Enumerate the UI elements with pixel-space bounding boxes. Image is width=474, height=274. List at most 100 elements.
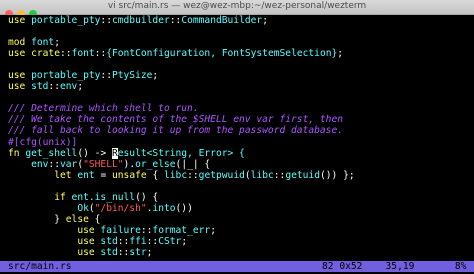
code-token: PtySize (111, 70, 153, 82)
code-line: let ent = unsafe { libc::getpwuid(libc::… (8, 170, 474, 181)
code-token: {FontConfiguration, FontSystemSelection} (106, 48, 338, 60)
code-token: ent. (71, 191, 95, 203)
code-token: /// fall back to looking it up from the … (8, 125, 344, 137)
code-token: std (100, 246, 118, 258)
code-token: is_null (94, 191, 136, 203)
code-line: if ent.is_null() { (8, 192, 474, 203)
status-file-name: src/main.rs (8, 261, 72, 272)
code-token: use (77, 224, 101, 236)
code-token: getpwuid (198, 169, 245, 181)
code-token: font (31, 37, 55, 49)
code-token: or_else (135, 158, 176, 170)
code-token: portable_pty (31, 70, 101, 82)
code-line: mod font; (8, 37, 474, 48)
code-token: ; (262, 15, 268, 26)
code-line: use std::env; (8, 81, 474, 92)
code-token: ()) (175, 202, 193, 214)
code-line: use std::str; (8, 247, 474, 258)
window-title: vi src/main.rs — wez@wez-mbp:~/wez-perso… (107, 1, 367, 11)
code-editor[interactable]: use portable_pty::cmdbuilder::CommandBui… (8, 15, 474, 258)
code-token: cmdbuilder (111, 15, 170, 26)
status-position: 82 0x52 35,19 8% (322, 261, 467, 272)
code-token: () -> (77, 147, 112, 159)
code-token: let (54, 169, 78, 181)
code-token: into (152, 202, 176, 214)
code-token: :: (48, 81, 60, 93)
code-token: CStr (158, 235, 182, 247)
code-line: /// We take the contents of the $SHELL e… (8, 114, 474, 125)
code-token: :: (60, 48, 72, 60)
code-token: = (100, 169, 112, 181)
code-token: #[cfg(unix)] (8, 136, 78, 148)
code-token: :: (146, 235, 159, 247)
vim-statusline: src/main.rs 82 0x52 35,19 8% (0, 261, 474, 272)
code-token: :: (117, 246, 130, 258)
code-token: ; (146, 246, 153, 258)
terminal-window: vi src/main.rs — wez@wez-mbp:~/wez-perso… (0, 0, 474, 274)
code-token: use (8, 81, 32, 93)
code-token: if (54, 191, 72, 203)
code-token: use (8, 70, 32, 82)
code-token: use (77, 246, 101, 258)
code-token: ; (181, 235, 188, 247)
code-token: (|_| { (175, 158, 211, 170)
code-token: ; (152, 70, 159, 82)
code-line: use std::ffi::CStr; (8, 236, 474, 247)
code-token: :: (48, 158, 60, 170)
code-token: fn (8, 147, 26, 159)
code-token: ffi (129, 235, 147, 247)
code-token: :: (140, 224, 153, 236)
code-token: <String, Error> { (146, 147, 245, 159)
code-token: :: (100, 15, 112, 26)
code-token: CommandBuilder (181, 15, 263, 26)
code-line: use crate::font::{FontConfiguration, Fon… (8, 48, 474, 59)
code-token: :: (100, 70, 112, 82)
code-token: :: (273, 169, 286, 181)
code-token: crate (31, 48, 60, 60)
code-token: :: (94, 48, 107, 60)
code-token: Ok (77, 202, 89, 214)
code-token: "SHELL" (83, 158, 124, 170)
code-token: { (152, 169, 164, 181)
code-token: ()) }; (320, 169, 355, 181)
code-token: ; (54, 37, 60, 49)
code-line: /// Determine which shell to run. (8, 103, 474, 114)
code-token: str (129, 246, 147, 258)
code-token: use (8, 48, 32, 60)
code-token: unsafe (112, 169, 153, 181)
code-token: get_shell (25, 147, 78, 159)
code-line: #[cfg(unix)] (8, 137, 474, 148)
code-token: portable_pty (31, 15, 101, 26)
code-token: env (60, 81, 78, 93)
code-token: mod (8, 37, 32, 49)
code-token: env (31, 158, 49, 170)
code-line: use portable_pty::PtySize; (8, 70, 474, 81)
code-token: :: (169, 15, 182, 26)
code-token: () { (135, 191, 159, 203)
code-token: /// We take the contents of the $SHELL e… (8, 114, 344, 126)
code-token: libc (250, 169, 274, 181)
code-token: } (54, 213, 66, 225)
code-line: fn get_shell() -> Result<String, Error> … (8, 147, 474, 159)
code-token: "/bin/sh" (94, 202, 147, 214)
code-line: use failure::format_err; (8, 225, 474, 236)
terminal-pane[interactable]: use portable_pty::cmdbuilder::CommandBui… (0, 15, 474, 274)
code-token: else (65, 213, 95, 225)
code-token: { (94, 213, 101, 225)
code-token: :: (187, 169, 199, 181)
code-token: esult (117, 147, 147, 159)
code-token: /// Determine which shell to run. (8, 103, 199, 115)
code-token: use (8, 15, 32, 26)
code-line: } else { (8, 214, 474, 225)
code-token: ; (337, 48, 344, 60)
title-bar[interactable]: vi src/main.rs — wez@wez-mbp:~/wez-perso… (0, 0, 474, 18)
code-token: libc (164, 169, 188, 181)
